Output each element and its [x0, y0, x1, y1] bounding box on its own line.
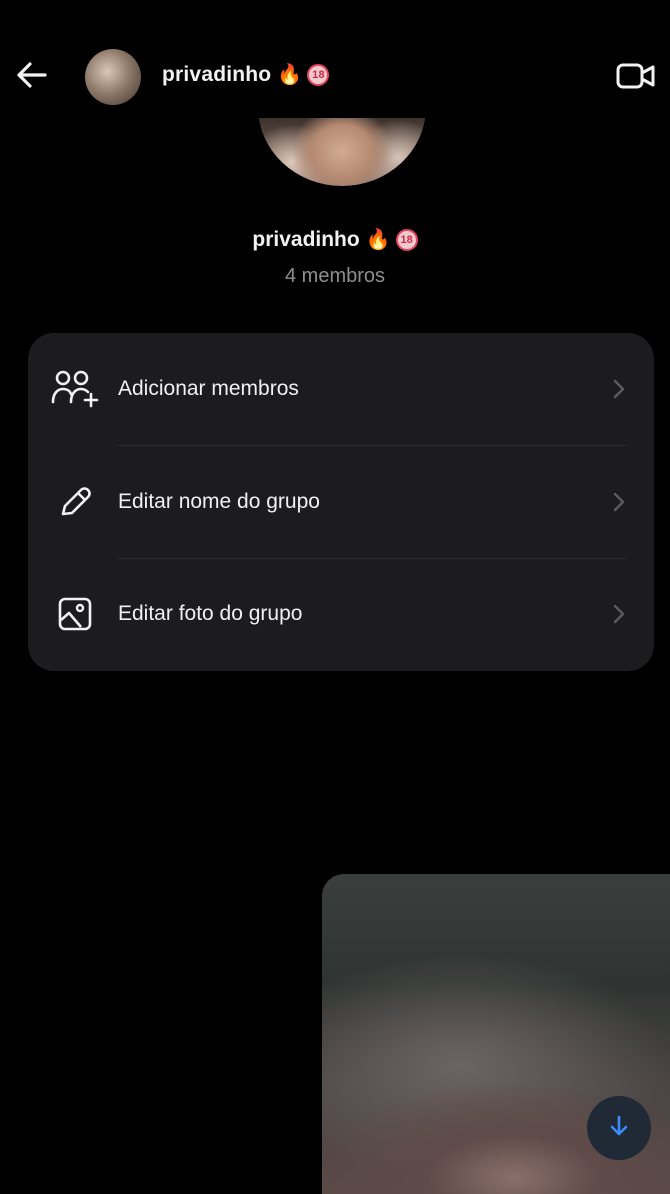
pencil-icon — [50, 477, 100, 527]
age-18-badge: 18 — [307, 64, 330, 86]
arrow-down-icon — [608, 1114, 630, 1143]
header-title: privadinho — [162, 63, 272, 86]
back-button[interactable] — [8, 52, 56, 102]
group-options-card: Adicionar membros Editar nome do grupo E… — [28, 333, 654, 671]
video-call-button[interactable] — [614, 56, 658, 100]
edit-group-photo-label: Editar foto do grupo — [118, 602, 303, 626]
chevron-right-icon — [610, 380, 628, 399]
edit-group-name-button[interactable]: Editar nome do grupo — [28, 446, 654, 559]
add-members-button[interactable]: Adicionar membros — [28, 333, 654, 446]
arrow-left-icon — [16, 61, 48, 94]
chevron-right-icon — [610, 492, 628, 512]
scroll-to-bottom-button[interactable] — [587, 1096, 651, 1160]
add-members-label: Adicionar membros — [118, 377, 299, 401]
video-camera-icon — [616, 62, 656, 95]
group-avatar[interactable] — [85, 49, 141, 105]
group-name-row: privadinho 🔥 18 — [0, 228, 670, 252]
chevron-right-icon — [610, 605, 628, 624]
image-icon — [50, 589, 100, 639]
header-title-row[interactable]: privadinho 🔥 18 — [162, 63, 330, 87]
member-count[interactable]: 4 membros — [0, 265, 670, 288]
top-bar: privadinho 🔥 18 — [0, 0, 670, 118]
add-members-icon — [50, 364, 100, 414]
edit-group-photo-button[interactable]: Editar foto do grupo — [28, 558, 654, 671]
fire-emoji: 🔥 — [365, 229, 391, 251]
group-name: privadinho — [252, 228, 360, 251]
edit-group-name-label: Editar nome do grupo — [118, 489, 320, 513]
age-18-badge: 18 — [395, 229, 418, 251]
group-info-screen: privadinho 🔥 18 privadinho 🔥 18 4 membro… — [0, 0, 670, 1194]
fire-emoji: 🔥 — [277, 64, 303, 86]
